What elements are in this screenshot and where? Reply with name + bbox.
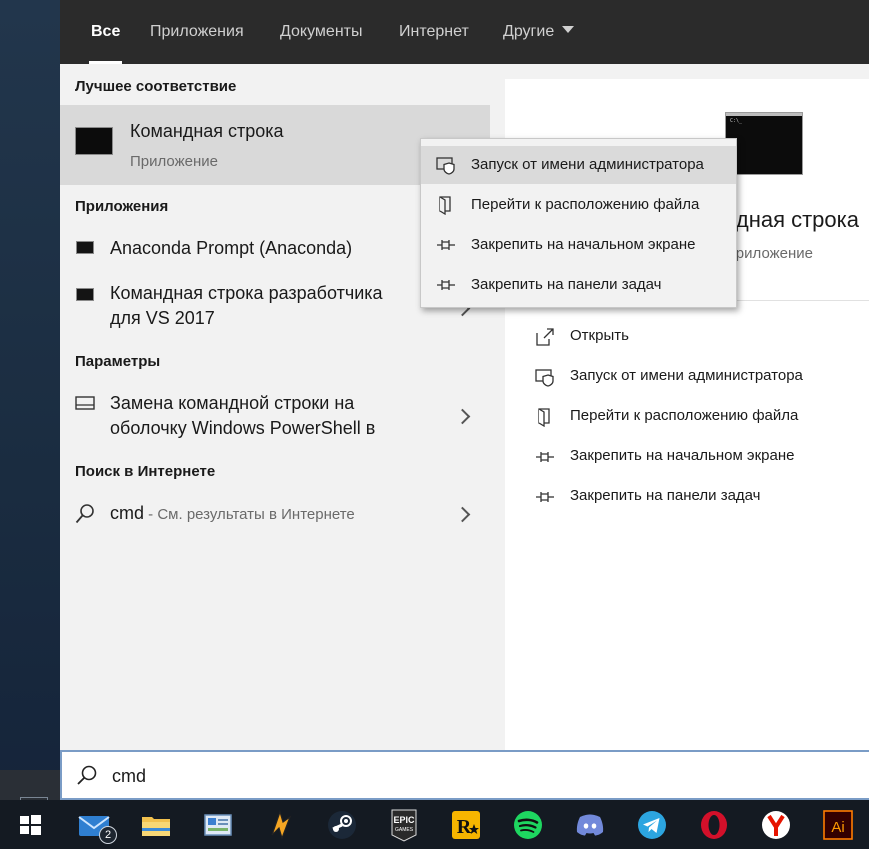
rockstar-icon[interactable]: R <box>449 808 483 842</box>
action-label: Запуск от имени администратора <box>570 367 803 384</box>
spotify-icon[interactable] <box>511 808 545 842</box>
action-label: Закрепить на панели задач <box>570 487 761 504</box>
search-input[interactable] <box>110 760 814 792</box>
context-menu-label: Закрепить на начальном экране <box>471 236 696 253</box>
context-menu-label: Закрепить на панели задач <box>471 276 662 293</box>
web-search-label: cmd - См. результаты в Интернете <box>110 501 355 527</box>
desktop-strip <box>0 770 60 800</box>
opera-icon[interactable] <box>697 808 731 842</box>
anaconda-prompt-icon <box>76 241 94 254</box>
settings-window-icon <box>75 396 95 410</box>
search-category-tabs: Все Приложения Документы Интернет Другие <box>60 0 869 64</box>
context-menu-pin-taskbar[interactable]: Закрепить на панели задач <box>421 266 736 304</box>
apps-header: Приложения <box>75 198 169 215</box>
pin-icon <box>437 240 455 250</box>
best-match-title: Командная строка <box>130 121 284 141</box>
epic-logo-subtext: GAMES <box>395 827 414 833</box>
context-menu: Запуск от имени администратора Перейти к… <box>420 138 737 308</box>
telegram-icon[interactable] <box>635 808 669 842</box>
context-menu-open-file-location[interactable]: Перейти к расположению файла <box>421 186 736 224</box>
cmd-prompt-glyph: C:\_ <box>730 118 743 124</box>
winamp-icon[interactable] <box>263 808 297 842</box>
pin-icon <box>536 452 554 462</box>
web-search-hint: - См. результаты в Интернете <box>144 506 355 523</box>
web-search-query: cmd <box>110 503 145 523</box>
mail-unread-badge: 2 <box>99 826 117 844</box>
context-menu-label: Запуск от имени администратора <box>471 156 704 173</box>
vs-dev-cmd-icon <box>76 288 94 301</box>
action-open[interactable]: Открыть <box>535 325 835 349</box>
list-item-label-line1: Замена командной строки на <box>110 393 355 413</box>
list-item-label: Anaconda Prompt (Anaconda) <box>110 238 353 258</box>
file-location-icon <box>439 196 451 215</box>
action-open-file-location[interactable]: Перейти к расположению файла <box>535 405 835 429</box>
file-location-icon <box>538 408 550 427</box>
steam-icon[interactable] <box>325 808 359 842</box>
shield-icon <box>436 157 455 175</box>
action-label: Перейти к расположению файла <box>570 407 799 424</box>
tab-documents[interactable]: Документы <box>280 0 362 64</box>
illustrator-logo-text: Ai <box>831 819 844 836</box>
discord-icon[interactable] <box>573 808 607 842</box>
tab-more-label: Другие <box>503 23 555 40</box>
action-pin-start[interactable]: Закрепить на начальном экране <box>535 445 835 469</box>
context-menu-run-as-admin[interactable]: Запуск от имени администратора <box>421 146 736 184</box>
search-icon <box>75 504 94 524</box>
search-icon <box>77 765 97 785</box>
context-menu-pin-start[interactable]: Закрепить на начальном экране <box>421 226 736 264</box>
best-match-header: Лучшее соответствие <box>75 78 237 95</box>
chevron-right-icon[interactable] <box>454 506 471 523</box>
shield-icon <box>535 369 554 387</box>
action-run-as-admin[interactable]: Запуск от имени администратора <box>535 365 835 389</box>
web-search-header: Поиск в Интернете <box>75 463 216 480</box>
rockstar-logo-text: R <box>457 816 472 838</box>
yandex-icon[interactable] <box>759 808 793 842</box>
list-item-label-line2: оболочку Windows PowerShell в <box>110 418 376 438</box>
desktop-background <box>0 0 60 801</box>
file-explorer-icon[interactable] <box>139 808 173 842</box>
chevron-down-icon <box>562 26 575 34</box>
mail-app[interactable]: 2 <box>77 808 117 844</box>
cmd-icon <box>75 127 113 155</box>
tab-more[interactable]: Другие <box>503 0 575 64</box>
action-pin-taskbar[interactable]: Закрепить на панели задач <box>535 485 835 509</box>
list-item-powershell-setting[interactable]: Замена командной строки на оболочку Wind… <box>60 389 490 443</box>
pin-icon <box>437 280 455 290</box>
settings-header: Параметры <box>75 353 161 370</box>
context-menu-label: Перейти к расположению файла <box>471 196 700 213</box>
epic-logo-text: EPIC <box>393 815 415 825</box>
start-icon[interactable] <box>13 808 47 842</box>
list-item-label-line1: Командная строка разработчика <box>110 283 383 303</box>
list-item-label-line2: для VS 2017 <box>110 308 215 328</box>
search-box <box>60 750 869 800</box>
action-label: Открыть <box>570 327 629 344</box>
tab-internet[interactable]: Интернет <box>399 0 469 64</box>
epic-games-icon[interactable]: EPIC GAMES <box>387 808 421 842</box>
pin-icon <box>536 492 554 502</box>
control-panel-icon[interactable] <box>201 808 235 842</box>
chevron-right-icon[interactable] <box>454 408 471 425</box>
illustrator-icon[interactable]: Ai <box>821 808 855 842</box>
tab-all[interactable]: Все <box>88 0 123 64</box>
action-label: Закрепить на начальном экране <box>570 447 795 464</box>
list-item-web-search[interactable]: cmd - См. результаты в Интернете <box>60 500 490 530</box>
best-match-subtitle: Приложение <box>130 153 218 170</box>
taskbar: 2 EPIC GAMES R Ai <box>0 800 869 849</box>
open-icon <box>536 328 554 346</box>
tab-apps[interactable]: Приложения <box>150 0 244 64</box>
